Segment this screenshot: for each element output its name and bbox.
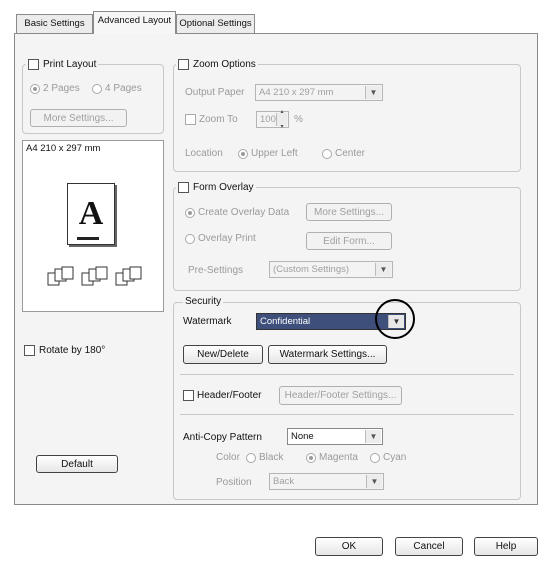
radio-2-pages-dot	[30, 83, 40, 94]
radio-magenta[interactable]: Magenta	[306, 452, 358, 463]
zoom-options-label: Zoom Options	[193, 59, 256, 70]
output-paper-select[interactable]: A4 210 x 297 mm ▼	[255, 84, 383, 101]
security-divider-2	[180, 414, 514, 415]
position-value: Back	[273, 476, 295, 487]
pages-stack-icon	[47, 266, 74, 286]
radio-center[interactable]: Center	[322, 148, 365, 159]
watermark-settings-button[interactable]: Watermark Settings...	[268, 345, 387, 364]
overlay-more-settings-button[interactable]: More Settings...	[306, 203, 392, 221]
rotate-180-checkbox[interactable]: Rotate by 180°	[24, 345, 105, 356]
radio-black-label: Black	[259, 452, 284, 463]
tab-basic-settings[interactable]: Basic Settings	[16, 14, 93, 33]
radio-create-overlay-label: Create Overlay Data	[198, 207, 290, 218]
preview-page: A	[67, 183, 115, 245]
chevron-down-icon: ▼	[365, 86, 381, 99]
output-paper-value: A4 210 x 297 mm	[259, 87, 334, 98]
preview-underline	[77, 237, 99, 240]
radio-upper-left-label: Upper Left	[251, 148, 298, 159]
header-footer-checkbox[interactable]: Header/Footer	[183, 390, 261, 401]
print-layout-more-settings-button[interactable]: More Settings...	[30, 109, 127, 127]
presettings-value: (Custom Settings)	[273, 264, 350, 275]
edit-form-button[interactable]: Edit Form...	[306, 232, 392, 250]
print-layout-title: Print Layout	[26, 58, 99, 71]
radio-center-label: Center	[335, 148, 366, 159]
radio-overlay-print-label: Overlay Print	[198, 233, 256, 244]
anticopy-label: Anti-Copy Pattern	[183, 432, 262, 443]
header-footer-settings-button[interactable]: Header/Footer Settings...	[279, 386, 402, 405]
rotate-180-box	[24, 345, 35, 356]
form-overlay-label: Form Overlay	[193, 182, 254, 193]
zoom-percent-unit: %	[294, 114, 303, 125]
radio-4-pages[interactable]: 4 Pages	[92, 83, 142, 94]
pages-stack-icon	[81, 266, 108, 286]
zoom-to-label: Zoom To	[199, 114, 238, 125]
radio-overlay-print-dot	[185, 233, 195, 244]
radio-magenta-label: Magenta	[319, 452, 358, 463]
radio-2-pages[interactable]: 2 Pages	[30, 83, 80, 94]
anticopy-value: None	[291, 431, 314, 442]
zoom-options-title: Zoom Options	[176, 58, 258, 71]
color-label: Color	[216, 452, 240, 463]
radio-upper-left[interactable]: Upper Left	[238, 148, 298, 159]
security-divider	[180, 374, 514, 375]
cancel-button[interactable]: Cancel	[395, 537, 463, 556]
header-footer-label: Header/Footer	[197, 390, 262, 401]
ok-button[interactable]: OK	[315, 537, 383, 556]
radio-black-dot	[246, 452, 256, 463]
radio-4-pages-dot	[92, 83, 102, 94]
radio-magenta-dot	[306, 452, 316, 463]
header-footer-box	[183, 390, 194, 401]
zoom-percent-spinner[interactable]: 100 ▴ ▾	[256, 109, 289, 130]
zoom-to-checkbox[interactable]: Zoom To	[185, 114, 238, 125]
radio-4-pages-label: 4 Pages	[105, 83, 142, 94]
anticopy-select[interactable]: None ▼	[287, 428, 383, 445]
radio-cyan[interactable]: Cyan	[370, 452, 406, 463]
new-delete-button[interactable]: New/Delete	[183, 345, 263, 364]
radio-black[interactable]: Black	[246, 452, 283, 463]
presettings-select[interactable]: (Custom Settings) ▼	[269, 261, 393, 278]
zoom-options-checkbox[interactable]	[178, 59, 189, 70]
radio-cyan-dot	[370, 452, 380, 463]
chevron-down-icon: ▼	[366, 475, 382, 488]
tab-advanced-layout[interactable]: Advanced Layout	[93, 11, 176, 34]
radio-center-dot	[322, 148, 332, 159]
print-layout-checkbox[interactable]	[28, 59, 39, 70]
highlight-circle	[375, 299, 415, 339]
print-layout-label: Print Layout	[43, 59, 97, 70]
pages-stack-icon	[115, 266, 142, 286]
security-title: Security	[183, 296, 224, 307]
preview-sample-letter: A	[78, 195, 104, 232]
radio-upper-left-dot	[238, 148, 248, 159]
layout-preview: A4 210 x 297 mm A	[22, 140, 164, 312]
watermark-label: Watermark	[183, 316, 232, 327]
tab-optional-settings[interactable]: Optional Settings	[176, 14, 255, 33]
form-overlay-checkbox[interactable]	[178, 182, 189, 193]
location-label: Location	[185, 148, 223, 159]
zoom-to-box	[185, 114, 196, 125]
zoom-percent-value: 100	[260, 114, 276, 125]
chevron-down-icon: ▼	[365, 430, 381, 443]
presettings-label: Pre-Settings	[188, 265, 244, 276]
position-select[interactable]: Back ▼	[269, 473, 384, 490]
spinner-arrows-icon: ▴ ▾	[276, 109, 287, 130]
help-button[interactable]: Help	[474, 537, 538, 556]
radio-create-overlay[interactable]: Create Overlay Data	[185, 207, 289, 218]
chevron-down-icon: ▼	[375, 263, 391, 276]
radio-create-overlay-dot	[185, 207, 195, 218]
form-overlay-title: Form Overlay	[176, 181, 256, 194]
preview-page-icons	[47, 266, 143, 286]
radio-2-pages-label: 2 Pages	[43, 83, 80, 94]
output-paper-label: Output Paper	[185, 87, 245, 98]
radio-cyan-label: Cyan	[383, 452, 407, 463]
radio-overlay-print[interactable]: Overlay Print	[185, 233, 256, 244]
position-label: Position	[216, 477, 252, 488]
default-button[interactable]: Default	[36, 455, 118, 473]
preview-paper-label: A4 210 x 297 mm	[26, 143, 101, 154]
rotate-180-label: Rotate by 180°	[39, 345, 106, 356]
watermark-value: Confidential	[260, 316, 311, 327]
